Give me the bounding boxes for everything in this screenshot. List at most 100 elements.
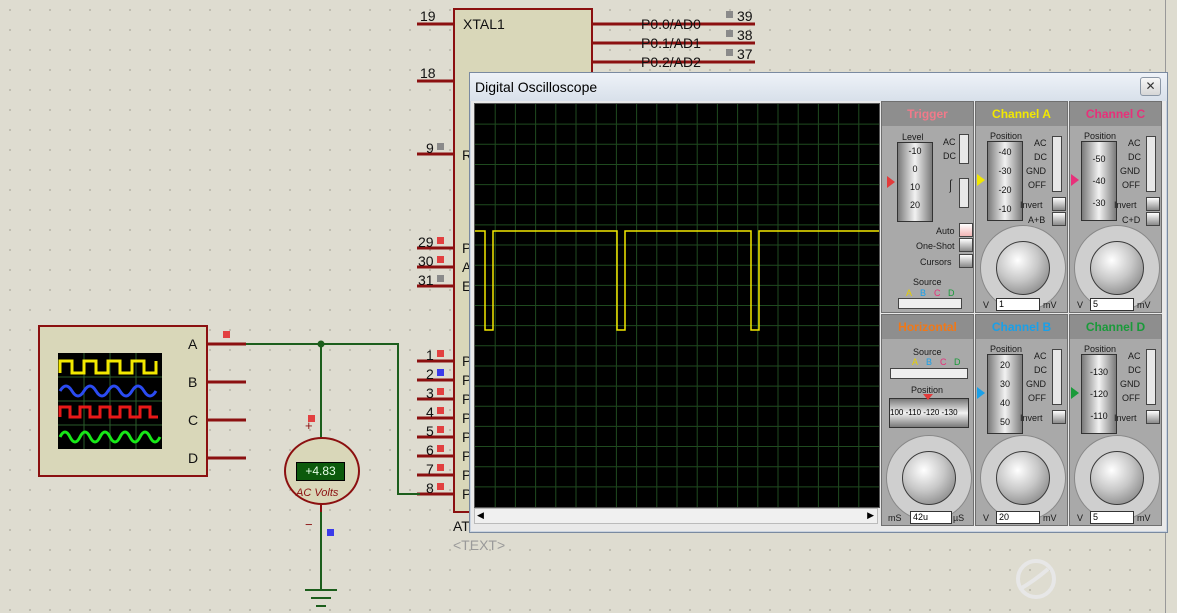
- pin-state-indicator: [437, 350, 444, 357]
- channel-d-invert-button[interactable]: [1146, 410, 1160, 424]
- channel-c-combine-button[interactable]: [1146, 212, 1160, 226]
- drum-value: -120: [1089, 389, 1108, 399]
- channel-c-volts-value[interactable]: 5: [1090, 298, 1134, 311]
- cursors-button[interactable]: [959, 254, 973, 268]
- pin-state-indicator: [437, 143, 444, 150]
- channel-c-position-drum[interactable]: -50 -40 -30: [1081, 141, 1117, 221]
- channel-d-position-drum[interactable]: -130 -120 -110: [1081, 354, 1117, 434]
- invert-label: Invert: [1114, 413, 1137, 423]
- channel-a-volts-knob[interactable]: [996, 241, 1050, 295]
- scope-screen[interactable]: [474, 103, 880, 508]
- horizontal-timebase-knob[interactable]: [902, 451, 956, 505]
- window-title: Digital Oscilloscope: [475, 79, 598, 95]
- unit-right: mV: [1043, 513, 1057, 523]
- drum-value: -110: [1090, 411, 1108, 421]
- coupling-gnd: GND: [1120, 166, 1140, 176]
- pin-state-indicator: [437, 256, 444, 263]
- scroll-right-arrow[interactable]: ▶: [867, 510, 874, 521]
- pin-number: 19: [420, 8, 436, 24]
- invert-label: Invert: [1020, 413, 1043, 423]
- pin-number: 37: [737, 46, 753, 62]
- channel-b-title: Channel B: [976, 315, 1067, 339]
- channel-a-volts-value[interactable]: 1: [996, 298, 1040, 311]
- auto-button[interactable]: [959, 223, 973, 237]
- oneshot-button[interactable]: [959, 238, 973, 252]
- channel-b-panel: Channel B Position 20 30 40 50 AC DC GND…: [975, 314, 1068, 526]
- pin-state-indicator: [437, 275, 444, 282]
- horizontal-position-drum[interactable]: 100 -110 -120 -130: [889, 398, 969, 428]
- coupling-off: OFF: [1122, 180, 1140, 190]
- horizontal-scrollbar[interactable]: ◀ ▶: [474, 508, 878, 524]
- trigger-panel: Trigger Level -10 0 10 20 AC DC ⎰ Auto O…: [881, 101, 974, 313]
- drum-value: -30: [998, 166, 1012, 176]
- channel-b-coupling-switch[interactable]: [1052, 349, 1062, 405]
- channel-d-volts-value[interactable]: 5: [1090, 511, 1134, 524]
- digital-oscilloscope-window[interactable]: Digital Oscilloscope ✕ ◀ ▶ Trigger Level…: [469, 72, 1168, 533]
- channel-b-position-drum[interactable]: 20 30 40 50: [987, 354, 1023, 434]
- pin-state-indicator: [437, 483, 444, 490]
- pin-name: P0.1/AD1: [641, 35, 701, 51]
- coupling-gnd: GND: [1120, 379, 1140, 389]
- horizontal-source-slider[interactable]: [890, 368, 968, 379]
- channel-d-coupling-switch[interactable]: [1146, 349, 1156, 405]
- window-titlebar[interactable]: Digital Oscilloscope ✕: [470, 73, 1167, 101]
- source-b: B: [920, 288, 927, 298]
- level-label: Level: [902, 132, 924, 142]
- channel-b-invert-button[interactable]: [1052, 410, 1066, 424]
- channel-c-volts-knob[interactable]: [1090, 241, 1144, 295]
- position-label: Position: [990, 131, 1023, 141]
- pin-number: 18: [420, 65, 436, 81]
- coupling-ac: AC: [1128, 138, 1141, 148]
- invert-label: Invert: [1020, 200, 1043, 210]
- close-button[interactable]: ✕: [1140, 77, 1161, 96]
- source-d: D: [954, 357, 961, 367]
- trigger-coupling-switch[interactable]: [959, 134, 969, 164]
- trigger-source-slider[interactable]: [898, 298, 962, 309]
- coupling-off: OFF: [1122, 393, 1140, 403]
- coupling-ac: AC: [1034, 351, 1047, 361]
- scope-channel-label: A: [188, 336, 198, 352]
- trigger-level-drum[interactable]: -10 0 10 20: [897, 142, 933, 222]
- channel-a-invert-button[interactable]: [1052, 197, 1066, 211]
- channel-a-combine-button[interactable]: [1052, 212, 1066, 226]
- drum-value: 10: [909, 182, 920, 192]
- position-marker-icon: [1071, 174, 1079, 186]
- channel-b-volts-value[interactable]: 20: [996, 511, 1040, 524]
- horizontal-panel: Horizontal Source A B C D Position 100 -…: [881, 314, 974, 526]
- unit-left: mS: [888, 513, 902, 523]
- source-c: C: [934, 288, 941, 298]
- source-label: Source: [913, 277, 942, 287]
- position-marker-icon: [977, 174, 985, 186]
- drum-value: -40: [998, 147, 1012, 157]
- source-a: A: [912, 357, 919, 367]
- trigger-edge-switch[interactable]: [959, 178, 969, 208]
- drum-value: -10: [908, 146, 922, 156]
- scope-symbol-screen: [58, 353, 162, 449]
- oscilloscope-symbol[interactable]: A B C D: [38, 325, 208, 477]
- pin-name: XTAL1: [463, 16, 505, 32]
- drum-value: 0: [912, 164, 918, 174]
- position-label: Position: [1084, 131, 1117, 141]
- unit-right: mV: [1137, 513, 1151, 523]
- drum-value: 20: [999, 360, 1010, 370]
- source-a: A: [906, 288, 913, 298]
- pin-state-indicator: [726, 49, 733, 56]
- coupling-ac: AC: [1034, 138, 1047, 148]
- channel-b-volts-knob[interactable]: [996, 451, 1050, 505]
- horizontal-timebase-value[interactable]: 42u: [910, 511, 952, 524]
- channel-a-coupling-switch[interactable]: [1052, 136, 1062, 192]
- position-label: Position: [1084, 344, 1117, 354]
- channel-c-coupling-switch[interactable]: [1146, 136, 1156, 192]
- channel-d-volts-knob[interactable]: [1090, 451, 1144, 505]
- drum-value: 40: [999, 398, 1010, 408]
- drum-value: -110: [905, 408, 922, 417]
- channel-c-invert-button[interactable]: [1146, 197, 1160, 211]
- channel-d-panel: Channel D Position -130 -120 -110 AC DC …: [1069, 314, 1162, 526]
- pin-state-indicator: [308, 415, 315, 422]
- channel-a-position-drum[interactable]: -40 -30 -20 -10: [987, 141, 1023, 221]
- scroll-left-arrow[interactable]: ◀: [477, 510, 484, 521]
- unit-left: V: [1077, 513, 1084, 523]
- position-marker-icon: [1071, 387, 1079, 399]
- drum-value: 20: [909, 200, 920, 210]
- coupling-off: OFF: [1028, 180, 1046, 190]
